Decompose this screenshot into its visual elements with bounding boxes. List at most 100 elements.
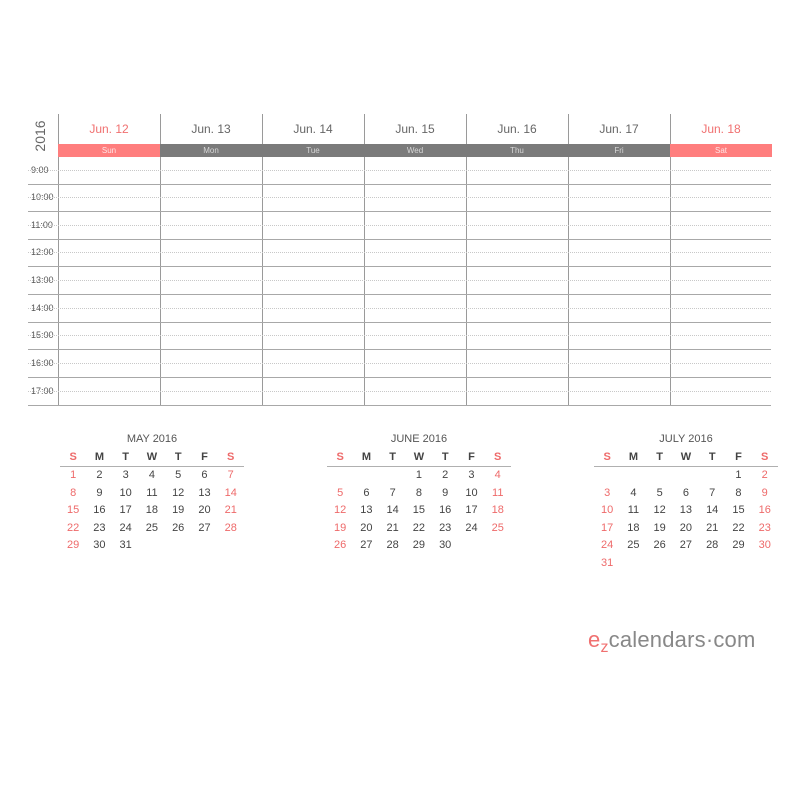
day-cell: 31 — [601, 556, 614, 569]
weekday-header-row: SMTWTFS — [60, 449, 244, 467]
day-cell: 6 — [363, 486, 370, 499]
weekday-header: M — [361, 451, 371, 463]
weekday-header: W — [413, 451, 425, 463]
mini-calendar: MAY 2016 S M T W T F S 1 2 3 4 5 6 7 8 9 10 11 12 13 14 15 16 17… — [60, 432, 244, 555]
weekday-header: M — [628, 451, 638, 463]
day-date: Jun. 12 — [89, 122, 129, 136]
hour-line — [28, 405, 771, 406]
day-cell: 10 — [465, 486, 478, 499]
day-cell: 24 — [119, 521, 132, 534]
week-row: 29 30 31 — [60, 537, 244, 555]
day-cell — [218, 537, 244, 555]
day-cell: 19 — [334, 521, 347, 534]
day-cell: 11 — [146, 486, 158, 499]
day-cell: 25 — [491, 521, 504, 534]
day-cell: 1 — [735, 469, 742, 481]
day-cell: 24 — [465, 521, 478, 534]
day-cell: 6 — [682, 486, 689, 499]
day-cell: 7 — [389, 486, 396, 499]
day-cell: 15 — [412, 504, 426, 517]
day-date: Jun. 17 — [599, 122, 639, 136]
day-cell: 15 — [67, 504, 80, 517]
day-cell — [380, 467, 406, 485]
day-cell: 5 — [175, 469, 182, 481]
day-cell — [673, 467, 699, 485]
day-cell: 23 — [439, 521, 452, 534]
day-cell: 6 — [201, 469, 208, 481]
day-cell: 20 — [679, 521, 693, 534]
day-cell: 22 — [67, 521, 80, 534]
weekday-header: F — [735, 451, 742, 463]
day-cell — [594, 467, 620, 485]
day-cell: 17 — [465, 504, 478, 517]
day-cell — [647, 555, 673, 573]
weekday-header: F — [468, 451, 475, 463]
time-row: 14:00 — [28, 295, 771, 323]
weekday-header: T — [441, 451, 449, 463]
weekday-bar: Sat — [670, 144, 772, 157]
day-cell: 20 — [360, 521, 373, 534]
day-date: Jun. 16 — [497, 122, 537, 136]
half-hour-line — [28, 170, 771, 171]
day-cell: 11 — [627, 504, 640, 517]
day-cell: 1 — [70, 469, 77, 481]
day-cell: 26 — [653, 539, 666, 552]
weekday-header: S — [69, 451, 77, 463]
day-cell — [620, 555, 646, 573]
weekday-header: S — [336, 451, 344, 463]
day-cell — [191, 537, 217, 555]
day-cell: 9 — [442, 486, 449, 499]
day-date: Jun. 13 — [191, 122, 231, 136]
day-cell: 28 — [224, 521, 237, 534]
day-cell: 17 — [601, 521, 614, 534]
time-row: 11:00 — [28, 212, 771, 240]
weekday-header: S — [603, 451, 611, 463]
day-cell — [139, 537, 165, 555]
day-cell: 18 — [491, 504, 504, 517]
week-row: 1 2 3 4 5 6 7 — [60, 467, 244, 485]
week-row: 12 — [594, 467, 778, 485]
weekday-header: S — [494, 451, 502, 463]
day-cell: 3 — [122, 469, 129, 481]
day-cell: 28 — [386, 539, 399, 552]
year-label: 2016 — [32, 120, 48, 152]
week-row: 12 13 14 15 16 17 18 — [327, 502, 511, 520]
day-cell: 30 — [439, 539, 452, 552]
day-date: Jun. 18 — [701, 122, 741, 136]
day-cell: 9 — [96, 486, 103, 499]
day-cell — [353, 467, 379, 485]
day-cell: 24 — [601, 539, 614, 552]
day-cell: 18 — [627, 521, 640, 534]
day-cell: 29 — [732, 539, 745, 552]
day-cell: 3 — [604, 486, 611, 499]
weekday-bar: Mon — [160, 144, 262, 157]
day-cell: 8 — [70, 486, 77, 499]
half-hour-line — [28, 335, 771, 336]
day-cell: 27 — [679, 539, 693, 552]
day-cell: 23 — [758, 521, 771, 534]
day-cell: 21 — [224, 504, 237, 517]
day-cell: 15 — [732, 504, 745, 517]
day-cell — [752, 555, 778, 573]
day-cell: 25 — [145, 521, 159, 534]
week-row: 1 2 3 4 — [327, 467, 511, 485]
day-cell: 12 — [653, 504, 666, 517]
week-row: 3 4 5 6 7 8 9 — [594, 485, 778, 503]
day-cell — [699, 555, 725, 573]
day-cell: 14 — [224, 486, 237, 499]
week-row: 22 23 24 25 26 27 28 — [60, 520, 244, 538]
weekday-bar: Sun — [58, 144, 160, 157]
brand-logo: ezcalendars·com — [588, 627, 756, 656]
day-cell — [327, 467, 353, 485]
day-cell: 1 — [415, 469, 422, 481]
time-row: 10:00 — [28, 184, 771, 212]
week-row: 10 11 12 13 14 15 16 — [594, 502, 778, 520]
time-row: 9:00 — [28, 157, 771, 185]
day-cell: 26 — [334, 539, 347, 552]
day-cell: 2 — [96, 469, 103, 481]
weekday-header: M — [94, 451, 104, 463]
day-cell: 27 — [198, 521, 211, 534]
mini-calendar-title: MAY 2016 — [126, 433, 178, 445]
weekday-header: S — [227, 451, 235, 463]
mini-calendar: JUNE 2016 S M T W T F S 1 2 3 4 5 6 7 8 9 10 11 12 13 14 15 16 1… — [327, 432, 511, 555]
